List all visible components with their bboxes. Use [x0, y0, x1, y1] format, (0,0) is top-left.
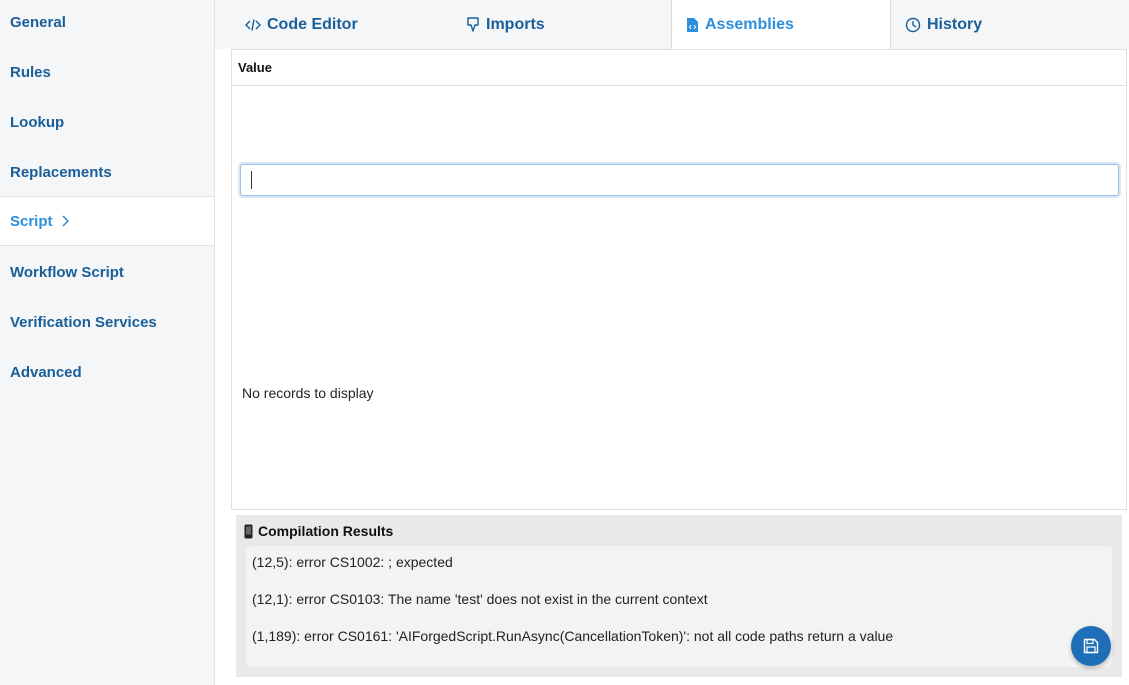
sidebar-item-workflow-script[interactable]: Workflow Script — [0, 247, 214, 297]
empty-message: No records to display — [242, 385, 374, 401]
tab-label: Assemblies — [705, 16, 794, 33]
compilation-error: (1,189): error CS0161: 'AIForgedScript.R… — [252, 628, 894, 644]
compilation-results-label: Compilation Results — [258, 523, 394, 539]
device-icon — [244, 524, 253, 538]
compilation-error: (12,1): error CS0103: The name 'test' do… — [252, 591, 708, 607]
sidebar-item-label: Script — [10, 212, 53, 230]
code-icon — [245, 18, 261, 31]
tab-label: History — [927, 15, 983, 33]
column-header-value[interactable]: Value — [232, 50, 1126, 86]
sidebar-item-rules[interactable]: Rules — [0, 47, 214, 97]
download-icon — [467, 16, 479, 32]
filter-input[interactable] — [240, 164, 1119, 196]
chevron-right-icon — [61, 215, 69, 227]
compilation-error: (12,5): error CS1002: ; expected — [252, 554, 453, 570]
tab-imports[interactable]: Imports — [466, 0, 545, 49]
sidebar-item-label: Lookup — [10, 113, 65, 131]
file-code-icon — [687, 18, 698, 32]
assemblies-grid: Value No records to display — [231, 49, 1127, 510]
sidebar-item-advanced[interactable]: Advanced — [0, 347, 214, 397]
tab-bar: Code Editor Imports Assemblies History — [215, 0, 1129, 50]
tab-label: Imports — [486, 15, 545, 33]
sidebar-item-general[interactable]: General — [0, 0, 214, 47]
tab-history[interactable]: History — [905, 0, 982, 49]
sidebar-item-lookup[interactable]: Lookup — [0, 97, 214, 147]
column-header-label: Value — [238, 60, 272, 75]
tab-assemblies[interactable]: Assemblies — [671, 0, 891, 50]
sidebar-item-label: Workflow Script — [10, 263, 124, 281]
sidebar-item-label: Rules — [10, 63, 51, 81]
sidebar-item-label: Advanced — [10, 363, 82, 381]
sidebar-item-verification-services[interactable]: Verification Services — [0, 297, 214, 347]
save-icon — [1083, 638, 1099, 654]
text-caret — [251, 171, 252, 189]
sidebar-item-label: Replacements — [10, 163, 112, 181]
sidebar: General Rules Lookup Replacements Script… — [0, 0, 215, 685]
sidebar-item-label: General — [10, 13, 66, 31]
compilation-errors-list: (12,5): error CS1002: ; expected (12,1):… — [246, 546, 1112, 667]
save-button[interactable] — [1071, 626, 1111, 666]
clock-icon — [905, 17, 921, 32]
compilation-results-panel: Compilation Results (12,5): error CS1002… — [236, 515, 1122, 677]
tab-code-editor[interactable]: Code Editor — [245, 0, 358, 49]
compilation-results-title: Compilation Results — [244, 523, 393, 539]
sidebar-item-replacements[interactable]: Replacements — [0, 147, 214, 197]
sidebar-item-script[interactable]: Script — [0, 196, 214, 246]
tab-label: Code Editor — [267, 15, 358, 33]
sidebar-item-label: Verification Services — [10, 313, 157, 331]
